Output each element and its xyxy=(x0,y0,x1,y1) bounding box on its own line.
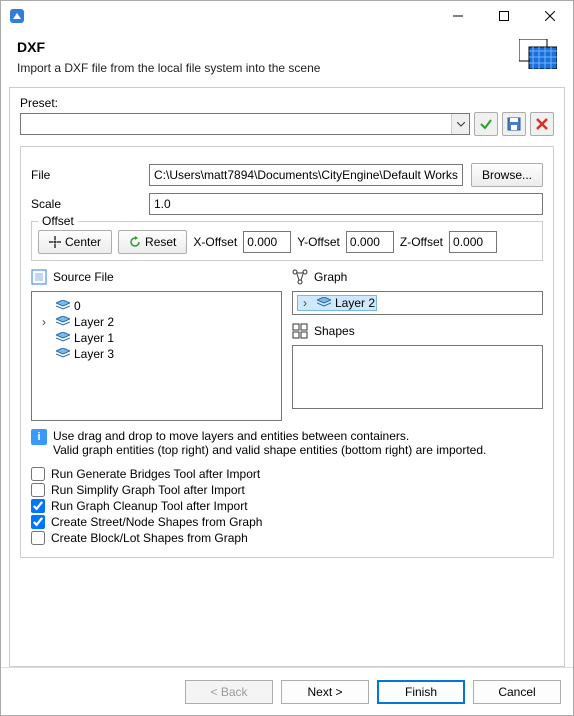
reset-button[interactable]: Reset xyxy=(118,230,187,254)
y-offset-input[interactable] xyxy=(346,231,394,253)
source-file-tree[interactable]: 0 › Layer 2 Layer 1 L xyxy=(31,291,282,421)
shapes-icon xyxy=(292,323,308,339)
file-input[interactable] xyxy=(149,164,463,186)
z-offset-label: Z-Offset xyxy=(400,235,443,249)
dialog-footer: < Back Next > Finish Cancel xyxy=(1,667,573,715)
preset-apply-button[interactable] xyxy=(474,112,498,136)
checkbox-cleanup-label: Run Graph Cleanup Tool after Import xyxy=(51,499,248,513)
preset-save-button[interactable] xyxy=(502,112,526,136)
checkbox-street-label: Create Street/Node Shapes from Graph xyxy=(51,515,262,529)
checkbox-block[interactable] xyxy=(31,531,45,545)
checkbox-simplify[interactable] xyxy=(31,483,45,497)
layer-icon xyxy=(317,297,331,309)
expand-icon[interactable]: › xyxy=(303,296,313,310)
center-button[interactable]: Center xyxy=(38,230,112,254)
expand-icon[interactable]: › xyxy=(42,315,52,329)
graph-title: Graph xyxy=(314,270,347,284)
browse-button[interactable]: Browse... xyxy=(471,163,543,187)
center-icon xyxy=(49,236,61,248)
preset-label: Preset: xyxy=(20,96,554,110)
info-box: i Use drag and drop to move layers and e… xyxy=(31,429,543,457)
reset-icon xyxy=(129,236,141,248)
info-line1: Use drag and drop to move layers and ent… xyxy=(53,429,486,443)
info-line2: Valid graph entities (top right) and val… xyxy=(53,443,486,457)
tree-item[interactable]: Layer 3 xyxy=(36,346,277,362)
close-button[interactable] xyxy=(527,1,573,31)
layer-icon xyxy=(56,316,70,328)
layer-icon xyxy=(56,332,70,344)
source-file-title: Source File xyxy=(53,270,114,284)
dxf-icon xyxy=(519,39,557,69)
y-offset-label: Y-Offset xyxy=(297,235,340,249)
maximize-button[interactable] xyxy=(481,1,527,31)
content-panel: Preset: File Browse... Scale Offset Ce xyxy=(9,87,565,667)
file-panel: File Browse... Scale Offset Center Reset… xyxy=(20,146,554,558)
offset-legend: Offset xyxy=(38,214,78,228)
tree-item[interactable]: Layer 1 xyxy=(36,330,277,346)
back-button[interactable]: < Back xyxy=(185,680,273,704)
source-file-icon xyxy=(31,269,47,285)
scale-label: Scale xyxy=(31,197,141,211)
z-offset-input[interactable] xyxy=(449,231,497,253)
finish-button[interactable]: Finish xyxy=(377,680,465,704)
next-button[interactable]: Next > xyxy=(281,680,369,704)
graph-icon xyxy=(292,269,308,285)
tree-item[interactable]: › Layer 2 xyxy=(36,314,277,330)
titlebar xyxy=(1,1,573,31)
info-icon: i xyxy=(31,429,47,445)
file-label: File xyxy=(31,168,141,182)
checkbox-bridges-label: Run Generate Bridges Tool after Import xyxy=(51,467,260,481)
shapes-title: Shapes xyxy=(314,324,355,338)
app-icon xyxy=(9,8,25,24)
dialog-title: DXF xyxy=(17,39,320,55)
tree-item[interactable]: 0 xyxy=(36,298,277,314)
shapes-list[interactable] xyxy=(292,345,543,409)
graph-item-selected[interactable]: › Layer 2 xyxy=(297,295,377,311)
checkbox-cleanup[interactable] xyxy=(31,499,45,513)
dialog-subtitle: Import a DXF file from the local file sy… xyxy=(17,61,320,75)
minimize-button[interactable] xyxy=(435,1,481,31)
cancel-button[interactable]: Cancel xyxy=(473,680,561,704)
x-offset-input[interactable] xyxy=(243,231,291,253)
offset-fieldset: Offset Center Reset X-Offset Y-Offset Z-… xyxy=(31,221,543,261)
layer-icon xyxy=(56,300,70,312)
chevron-down-icon[interactable] xyxy=(451,114,469,134)
preset-combo[interactable] xyxy=(20,113,470,135)
checkbox-block-label: Create Block/Lot Shapes from Graph xyxy=(51,531,248,545)
scale-input[interactable] xyxy=(149,193,543,215)
layer-icon xyxy=(56,348,70,360)
dialog-header: DXF Import a DXF file from the local fil… xyxy=(1,31,573,87)
checkbox-simplify-label: Run Simplify Graph Tool after Import xyxy=(51,483,245,497)
checkbox-bridges[interactable] xyxy=(31,467,45,481)
x-offset-label: X-Offset xyxy=(193,235,237,249)
graph-list[interactable]: › Layer 2 xyxy=(292,291,543,315)
preset-delete-button[interactable] xyxy=(530,112,554,136)
checkbox-street[interactable] xyxy=(31,515,45,529)
